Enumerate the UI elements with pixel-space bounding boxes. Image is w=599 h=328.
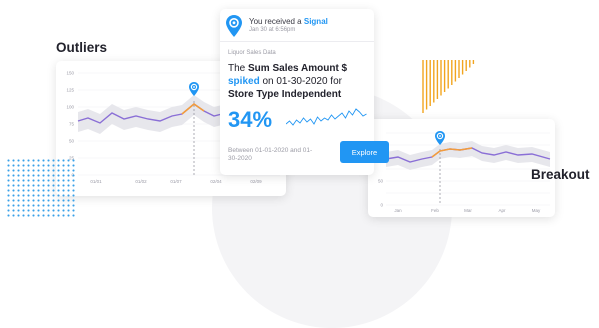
breakout-chart: 50 0 Jan Feb Mar Apr May <box>378 131 551 213</box>
breakout-chart-card: 50 0 Jan Feb Mar Apr May <box>368 119 555 217</box>
x-tick-label: Apr <box>498 208 506 213</box>
y-tick-label: 50 <box>378 179 384 184</box>
x-tick-label: 02/09 <box>250 179 262 184</box>
signal-timestamp: Jan 30 at 6:56pm <box>249 27 296 33</box>
signal-verb: spiked <box>228 76 260 87</box>
x-tick-label: May <box>532 208 541 213</box>
y-tick-label: 0 <box>380 203 383 208</box>
signal-metric: Sum Sales Amount $ <box>248 63 348 74</box>
signal-dimension: Store Type Independent <box>228 89 342 100</box>
signal-date-range: Between 01-01-2020 and 01-30-2020 <box>228 147 313 162</box>
x-tick-label: 02/04 <box>210 179 222 184</box>
location-pin-icon[interactable] <box>435 131 445 145</box>
signal-description: The Sum Sales Amount $ spiked on 01-30-2… <box>228 62 370 101</box>
body-text: The <box>228 63 249 74</box>
y-tick-label: 125 <box>66 88 74 93</box>
x-tick-label: 01/01 <box>90 179 102 184</box>
signal-change-percent: 34% <box>228 107 273 132</box>
location-pin-icon[interactable] <box>189 82 199 96</box>
signal-title: You received a Signal <box>249 17 328 26</box>
explore-button[interactable]: Explore <box>340 141 389 163</box>
signal-notification-card: You received a Signal Jan 30 at 6:56pm L… <box>220 9 389 175</box>
signal-title-prefix: You received a <box>249 17 304 26</box>
y-tick-label: 50 <box>69 139 75 144</box>
body-text: on 01-30-2020 for <box>259 76 342 87</box>
divider <box>220 41 374 42</box>
y-tick-label: 150 <box>66 71 74 76</box>
x-tick-label: 01/02 <box>135 179 147 184</box>
signal-source: Liquor Sales Data <box>228 50 276 56</box>
x-tick-label: Jan <box>394 208 402 213</box>
signal-sparkline <box>286 108 367 126</box>
y-tick-label: 100 <box>66 105 74 110</box>
signal-title-highlight: Signal <box>303 17 328 26</box>
breakout-title: Breakout <box>531 167 590 182</box>
x-tick-label: 01/07 <box>170 179 182 184</box>
y-tick-label: 75 <box>69 122 75 127</box>
x-tick-label: Mar <box>464 208 472 213</box>
x-tick-label: Feb <box>431 208 439 213</box>
location-pin-icon <box>226 15 242 37</box>
dot-grid-decoration <box>6 158 76 218</box>
